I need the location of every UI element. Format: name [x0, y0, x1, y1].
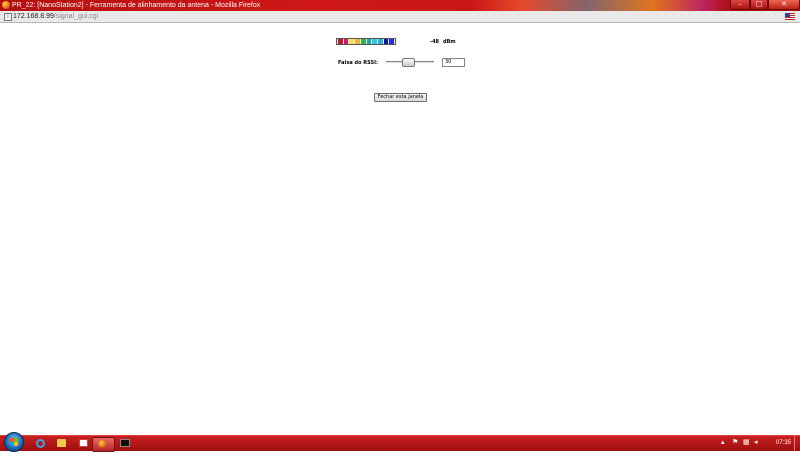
signal-segment: [349, 39, 355, 44]
window-title: PR_22: [NanoStation2] - Ferramenta de al…: [12, 2, 261, 9]
minimize-button[interactable]: –: [730, 0, 750, 10]
internet-explorer-icon: [36, 439, 45, 448]
rssi-range-input[interactable]: 30: [442, 58, 465, 67]
firefox-icon: [2, 1, 10, 9]
taskbar-folder[interactable]: [52, 437, 72, 450]
url-text[interactable]: 172.168.8.99/signal_gui.cgi: [13, 11, 98, 22]
signal-dbm-value: -48: [430, 39, 440, 45]
url-host: 172.168.8.99: [13, 13, 54, 20]
signal-dbm-unit: dBm: [443, 39, 456, 45]
taskbar-clock[interactable]: 07:35: [776, 439, 791, 447]
slider-thumb[interactable]: [402, 58, 415, 67]
address-bar[interactable]: i 172.168.8.99/signal_gui.cgi: [0, 11, 800, 23]
window-controls: – □ ✕: [730, 0, 800, 10]
start-button[interactable]: [4, 432, 24, 452]
volume-icon[interactable]: ◂: [754, 439, 760, 446]
page-content: [0, 23, 800, 435]
url-path: /signal_gui.cgi: [53, 13, 99, 20]
site-icon: i: [4, 13, 12, 21]
us-flag-icon: [785, 13, 795, 20]
taskbar-command-prompt[interactable]: [115, 437, 135, 450]
signal-segment: [360, 39, 366, 44]
signal-segment: [372, 39, 377, 44]
network-icon[interactable]: ▦: [743, 439, 750, 446]
rssi-range-slider[interactable]: [386, 58, 434, 67]
command-prompt-icon: [120, 439, 130, 447]
close-window-button[interactable]: ✕: [768, 0, 800, 10]
taskbar-media-player[interactable]: [74, 437, 94, 450]
maximize-button[interactable]: □: [750, 0, 768, 10]
signal-segment: [383, 39, 389, 44]
window-titlebar: PR_22: [NanoStation2] - Ferramenta de al…: [0, 0, 800, 11]
show-desktop-button[interactable]: [794, 436, 800, 451]
signal-segment: [355, 39, 360, 44]
signal-strength-meter: [336, 38, 396, 45]
arrow-up-icon[interactable]: ▴: [721, 439, 727, 446]
rssi-range-label: Faixa do RSSI:: [338, 60, 378, 66]
folder-icon: [57, 439, 66, 447]
signal-segment: [338, 39, 343, 44]
taskbar-internet-explorer[interactable]: [30, 437, 50, 450]
signal-segment: [343, 39, 349, 44]
signal-segment: [377, 39, 383, 44]
flag-icon[interactable]: ⚑: [732, 439, 738, 446]
system-tray: ▴ ⚑ ▦ ◂: [721, 439, 760, 446]
media-player-icon: [79, 439, 88, 447]
close-window-page-button[interactable]: Fechar esta janela: [374, 93, 427, 102]
signal-segment: [366, 39, 372, 44]
signal-segment: [389, 39, 395, 44]
titlebar-decoration: [470, 0, 730, 11]
taskbar: ▴ ⚑ ▦ ◂ 07:35: [0, 432, 800, 452]
firefox-icon: [98, 440, 107, 448]
